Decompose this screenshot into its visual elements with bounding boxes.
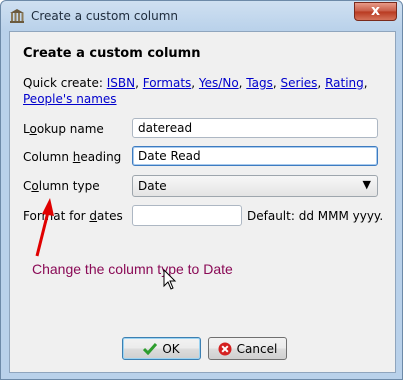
- chevron-down-icon: ▼: [362, 178, 371, 191]
- lookup-name-field[interactable]: dateread: [132, 118, 378, 138]
- quick-create-peoples-names-link[interactable]: People's names: [23, 92, 117, 106]
- title-bar[interactable]: Create a custom column x: [1, 1, 402, 31]
- column-type-dropdown[interactable]: Date ▼: [132, 175, 378, 197]
- format-for-dates-field[interactable]: [132, 205, 242, 226]
- cancel-label: Cancel: [236, 341, 278, 356]
- cancel-button[interactable]: Cancel: [208, 337, 287, 360]
- quick-create-label: Quick create:: [23, 76, 103, 90]
- quick-create-series-link[interactable]: Series: [281, 76, 318, 90]
- column-type-value: Date: [138, 179, 167, 193]
- column-type-label: Column type: [23, 179, 100, 193]
- quick-create-tags-link[interactable]: Tags: [246, 76, 273, 90]
- close-icon: x: [370, 3, 381, 19]
- ok-label: OK: [162, 341, 180, 356]
- cancel-icon: [218, 342, 232, 355]
- default-format-hint: Default: dd MMM yyyy.: [247, 209, 384, 223]
- quick-create-isbn-link[interactable]: ISBN: [107, 76, 135, 90]
- quick-create-rating-link[interactable]: Rating: [325, 76, 364, 90]
- column-heading-label: Column heading: [23, 150, 122, 164]
- dialog-window: Create a custom column x Create a custom…: [0, 0, 403, 380]
- quick-create-formats-link[interactable]: Formats: [143, 76, 192, 90]
- ok-button[interactable]: OK: [122, 337, 201, 360]
- window-title: Create a custom column: [31, 9, 179, 23]
- dialog-content: Create a custom column Quick create: ISB…: [9, 31, 396, 373]
- dialog-heading: Create a custom column: [23, 46, 201, 61]
- format-for-dates-label: Format for dates: [23, 209, 123, 223]
- lookup-name-label: Lookup name: [23, 122, 104, 136]
- quick-create-row: Quick create: ISBN, Formats, Yes/No, Tag…: [23, 76, 368, 106]
- checkmark-icon: [143, 342, 158, 355]
- annotation-text: Change the column type to Date: [32, 261, 233, 277]
- column-heading-field[interactable]: Date Read: [132, 146, 378, 166]
- library-app-icon: [10, 9, 24, 23]
- close-button[interactable]: x: [354, 2, 397, 21]
- quick-create-yesno-link[interactable]: Yes/No: [199, 76, 239, 90]
